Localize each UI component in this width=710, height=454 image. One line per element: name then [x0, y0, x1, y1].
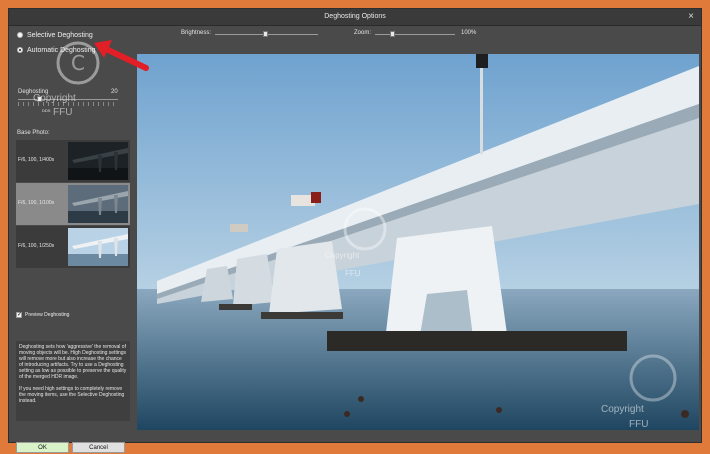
preview-label: Preview Deghosting — [25, 312, 70, 318]
preview-image — [137, 54, 699, 430]
ok-button[interactable]: OK — [16, 442, 69, 453]
base-photo-item[interactable]: F/6, 100, 1/400s — [16, 140, 130, 182]
cancel-button[interactable]: Cancel — [72, 442, 125, 453]
zoom-slider-track[interactable] — [375, 34, 455, 35]
help-paragraph: If you need high settings to completely … — [19, 386, 125, 404]
watermark-ffu: FFU — [53, 107, 73, 118]
brightness-label: Brightness: — [181, 30, 212, 36]
watermark-ffu: FFU — [629, 419, 649, 430]
annotation-arrow-icon — [94, 40, 149, 71]
base-photo-item-label: F/6, 100, 1/250s — [18, 243, 55, 249]
zoom-value: 100% — [461, 30, 477, 36]
brightness-slider-knob[interactable] — [263, 31, 268, 37]
svg-text:C: C — [71, 51, 85, 75]
title-bar: Deghosting Options × — [9, 9, 701, 26]
zoom-slider-knob[interactable] — [390, 31, 395, 37]
watermark-copyright: Copyright — [325, 251, 360, 260]
zoom-label: Zoom: — [354, 30, 372, 36]
base-photo-item-label: F/6, 100, 1/100s — [18, 200, 55, 206]
base-photo-item-selected[interactable]: F/6, 100, 1/100s — [16, 183, 130, 225]
base-photo-item-label: F/6, 100, 1/400s — [18, 157, 55, 163]
help-paragraph: Deghosting sets how 'aggressive' the rem… — [19, 344, 127, 380]
watermark-copyright: Copyright — [601, 404, 644, 415]
deghosting-value: 20 — [111, 89, 118, 95]
base-photo-item[interactable]: F/6, 100, 1/250s — [16, 226, 130, 268]
watermark-copyright: Copyright — [33, 93, 76, 104]
help-text: Deghosting sets how 'aggressive' the rem… — [16, 341, 130, 421]
base-photo-thumbnail — [68, 142, 128, 180]
deghosting-marker: DDS — [42, 108, 51, 113]
dialog-title: Deghosting Options — [324, 13, 386, 20]
automatic-radio[interactable] — [17, 47, 23, 53]
watermark-ffu: FFU — [345, 269, 361, 278]
preview-deghosting-option[interactable]: ✓ Preview Deghosting — [16, 312, 69, 318]
base-photo-thumbnail — [68, 185, 128, 223]
base-photo-label: Base Photo: — [17, 130, 50, 136]
close-icon[interactable]: × — [685, 9, 697, 25]
preview-checkbox[interactable]: ✓ — [16, 312, 22, 318]
selective-label: Selective Deghosting — [27, 31, 93, 39]
base-photo-thumbnail — [68, 228, 128, 266]
selective-radio[interactable] — [17, 32, 23, 38]
left-panel: Selective Deghosting Automatic Deghostin… — [9, 26, 136, 453]
